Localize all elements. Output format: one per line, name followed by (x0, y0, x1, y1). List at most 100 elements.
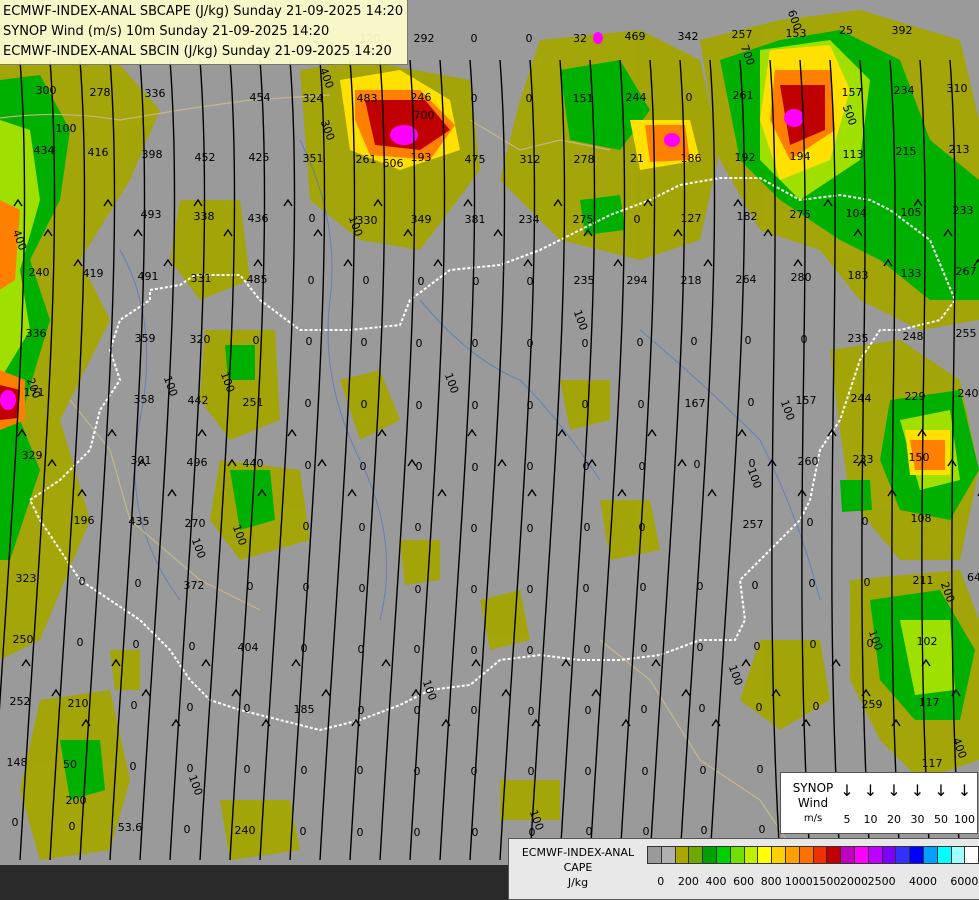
cape-value-label: 133 (901, 267, 922, 280)
cape-value-label: 257 (743, 518, 764, 531)
cape-value-label: 218 (681, 274, 702, 287)
cape-value-label: 0 (130, 760, 137, 773)
cape-color-swatch (964, 846, 979, 864)
cape-value-label: 419 (83, 267, 104, 280)
cape-value-label: 127 (681, 212, 702, 225)
synop-arrow-icon: ↓ (887, 781, 901, 800)
cape-value-label: 359 (135, 332, 156, 345)
cape-tick-label: 600 (733, 875, 755, 888)
cape-value-label: 0 (700, 764, 707, 777)
cape-value-label: 0 (528, 765, 535, 778)
cape-value-label: 251 (243, 396, 264, 409)
cape-value-label: 105 (901, 206, 922, 219)
cape-value-label: 0 (637, 336, 644, 349)
cape-value-label: 442 (188, 394, 209, 407)
synop-arrow-icon: ↓ (957, 781, 972, 800)
synop-arrow-icon: ↓ (910, 781, 925, 800)
cape-value-label: 0 (527, 583, 534, 596)
cape-value-label: 0 (585, 704, 592, 717)
cape-value-label: 0 (586, 825, 593, 838)
cape-value-label: 0 (358, 643, 365, 656)
cape-color-swatch (702, 846, 717, 864)
cape-value-label: 475 (465, 153, 486, 166)
cape-value-label: 312 (520, 153, 541, 166)
cape-legend-param: CAPE (563, 861, 593, 874)
cape-value-label: 452 (195, 151, 216, 164)
cape-value-label: 0 (414, 765, 421, 778)
cape-value-label: 151 (573, 92, 594, 105)
cape-value-label: 0 (697, 580, 704, 593)
cape-value-label: 0 (759, 823, 766, 836)
cape-value-label: 0 (697, 641, 704, 654)
cape-value-label: 292 (414, 32, 435, 45)
cape-value-label: 358 (134, 393, 155, 406)
cape-value-label: 233 (853, 453, 874, 466)
cape-value-label: 194 (790, 150, 811, 163)
cape-value-label: 606 (383, 157, 404, 170)
cape-value-label: 235 (574, 274, 595, 287)
cape-value-label: 0 (807, 516, 814, 529)
cape-value-label: 0 (360, 460, 367, 473)
cape-value-label: 323 (16, 572, 37, 585)
cape-color-swatch (647, 846, 662, 864)
cape-value-label: 280 (791, 271, 812, 284)
synop-subtitle: Wind (797, 796, 829, 810)
cape-value-label: 0 (416, 337, 423, 350)
cape-value-label: 0 (641, 642, 648, 655)
cape-color-swatch (909, 846, 924, 864)
cape-value-label: 0 (527, 460, 534, 473)
cape-value-label: 0 (12, 816, 19, 829)
cape-value-label: 193 (411, 151, 432, 164)
synop-arrow-icon: ↓ (863, 781, 878, 800)
cape-value-label: 32 (573, 32, 587, 45)
cape-tick-label: 800 (760, 875, 782, 888)
cape-color-swatch (936, 846, 952, 864)
cape-value-label: 246 (411, 91, 432, 104)
cape-value-label: 240 (29, 266, 50, 279)
synop-speed-label: 20 (887, 813, 901, 826)
cape-color-swatch (674, 846, 690, 864)
cape-tick-label: 2500 (867, 875, 896, 888)
synop-legend-title: SYNOP Wind m/s (785, 781, 841, 826)
cape-color-swatch (771, 846, 786, 864)
cape-value-label: 0 (357, 826, 364, 839)
cape-value-label: 0 (584, 643, 591, 656)
cape-value-label: 0 (308, 274, 315, 287)
cape-value-label: 425 (249, 151, 270, 164)
cape-legend: ECMWF-INDEX-ANAL CAPE J/kg 0 200 400 600 800… (508, 838, 979, 900)
cape-value-label: 0 (641, 703, 648, 716)
cape-value-label: 483 (357, 92, 378, 105)
cape-value-label: 0 (303, 581, 310, 594)
cape-value-label: 0 (691, 335, 698, 348)
cape-value-label: 0 (757, 763, 764, 776)
cape-legend-title: ECMWF-INDEX-ANAL CAPE J/kg (513, 845, 643, 890)
cape-value-label: 278 (90, 86, 111, 99)
cape-value-label: 0 (526, 32, 533, 45)
cape-value-label: 0 (416, 399, 423, 412)
cape-color-swatch (881, 846, 897, 864)
cape-color-swatch (840, 846, 855, 864)
cape-value-label: 0 (642, 765, 649, 778)
cape-value-label: 0 (361, 336, 368, 349)
cape-value-label: 320 (190, 333, 211, 346)
cape-value-label: 0 (471, 644, 478, 657)
header-wind-title: SYNOP Wind (m/s) 10m Sunday 21-09-2025 1… (3, 24, 330, 39)
cape-value-label: 491 (138, 270, 159, 283)
cape-value-label: 257 (732, 28, 753, 41)
cape-value-label: 0 (247, 580, 254, 593)
cape-value-label: 440 (243, 457, 264, 470)
cape-value-label: 0 (582, 337, 589, 350)
cape-value-label: 250 (13, 633, 34, 646)
cape-color-swatch (757, 846, 773, 864)
cape-color-swatch (688, 846, 704, 864)
cape-value-label: 0 (745, 334, 752, 347)
cape-value-label: 0 (135, 577, 142, 590)
cape-value-label: 0 (471, 92, 478, 105)
cape-value-label: 25 (839, 24, 853, 37)
synop-title: SYNOP (792, 781, 834, 795)
cape-color-swatch (854, 846, 869, 864)
synop-arrow-icon: ↓ (840, 781, 854, 800)
cape-value-label: 235 (848, 332, 869, 345)
cape-value-label: 0 (472, 337, 479, 350)
cape-value-label: 0 (415, 583, 422, 596)
